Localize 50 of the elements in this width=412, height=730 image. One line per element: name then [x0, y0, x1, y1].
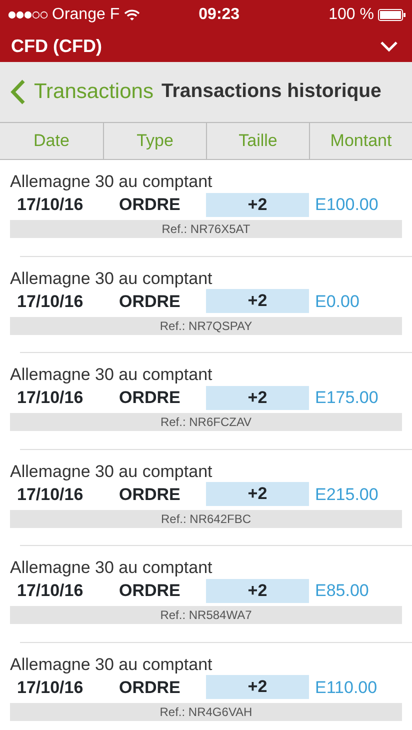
column-header[interactable]: Montant [309, 123, 412, 159]
reference-bar: Ref.: NR7QSPAY [10, 316, 402, 334]
instrument-name: Allemagne 30 au comptant [10, 172, 214, 192]
date-cell-text: 17/10/16 [16, 290, 84, 312]
type-cell-text: ORDRE [118, 194, 182, 216]
column-header[interactable]: Date [0, 123, 103, 159]
amount-cell-text: E215.00 [314, 484, 380, 506]
instrument-name: Allemagne 30 au comptant [10, 654, 214, 674]
instrument-name: Allemagne 30 au comptant [10, 268, 214, 288]
date-cell-text: 17/10/16 [16, 676, 84, 698]
size-cell: +2 [206, 578, 309, 603]
header-title: CFD (CFD) [11, 34, 102, 58]
type-cell-text: ORDRE [118, 484, 182, 506]
date-cell-text: 17/10/16 [16, 580, 84, 602]
date-cell-text: 17/10/16 [16, 387, 84, 409]
carrier-name: Orange F [52, 5, 120, 25]
date-cell-text: 17/10/16 [16, 484, 84, 506]
signal-icon [8, 11, 48, 19]
reference-bar: Ref.: NR584WA7 [10, 606, 402, 624]
amount-cell-text: E85.00 [314, 580, 370, 602]
back-button[interactable]: Transactions [34, 76, 154, 108]
instrument-name: Allemagne 30 au comptant [10, 365, 214, 385]
instrument-name: Allemagne 30 au comptant [10, 462, 214, 482]
reference-bar: Ref.: NR642FBC [10, 510, 402, 528]
column-header[interactable]: Type [103, 123, 206, 159]
chevron-down-icon[interactable] [380, 40, 398, 52]
size-cell: +2 [206, 289, 309, 314]
type-cell-text: ORDRE [118, 676, 182, 698]
reference-bar: Ref.: NR76X5AT [10, 220, 402, 238]
type-cell-text: ORDRE [118, 580, 182, 602]
size-cell: +2 [206, 675, 309, 700]
page-title: Transactions historique [161, 79, 382, 104]
amount-cell-text: E0.00 [314, 290, 360, 312]
date-cell-text: 17/10/16 [16, 194, 84, 216]
instrument-name: Allemagne 30 au comptant [10, 558, 214, 578]
reference-bar: Ref.: NR4G6VAH [10, 702, 402, 720]
amount-cell-text: E175.00 [314, 387, 380, 409]
battery-icon [378, 9, 406, 21]
size-cell: +2 [206, 482, 309, 506]
wifi-icon [124, 9, 140, 21]
clock: 09:23 [198, 5, 240, 25]
reference-bar: Ref.: NR6FCZAV [10, 413, 402, 431]
column-header[interactable]: Taille [206, 123, 309, 159]
size-cell: +2 [206, 192, 309, 217]
type-cell-text: ORDRE [118, 387, 182, 409]
size-cell: +2 [206, 386, 309, 410]
amount-cell-text: E100.00 [314, 194, 380, 216]
type-cell-text: ORDRE [118, 290, 182, 312]
amount-cell-text: E110.00 [314, 676, 378, 698]
battery-percent: 100 % [328, 5, 374, 25]
